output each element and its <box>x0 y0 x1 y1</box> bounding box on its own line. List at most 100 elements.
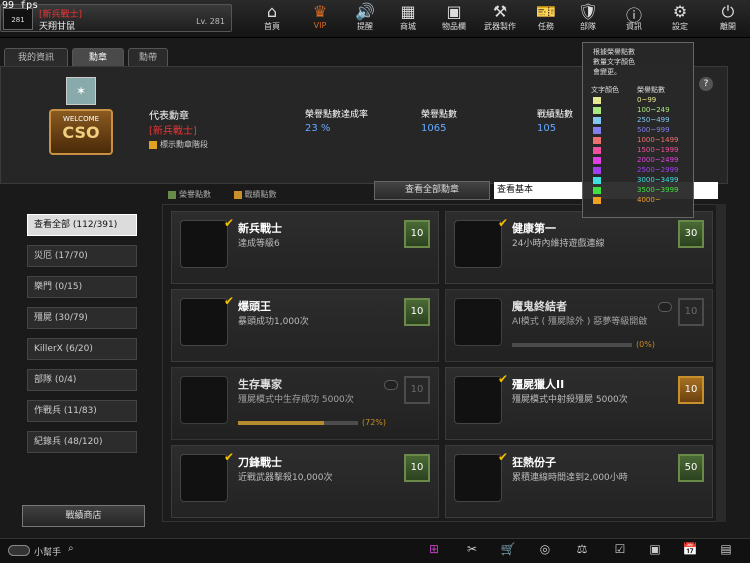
sidebar-item-5[interactable]: 部隊 (0/4) <box>27 369 137 391</box>
square-icon[interactable]: ▣ <box>645 542 665 560</box>
nav-5[interactable]: ⚒ 武器製作 <box>478 2 522 36</box>
sidebar-item-3[interactable]: 殭屍 (30/79) <box>27 307 137 329</box>
rep-value: [新兵戰士] <box>149 126 197 137</box>
range-label: 250~499 <box>637 116 670 124</box>
color-swatch <box>593 127 601 134</box>
sidebar-item-6[interactable]: 作戰兵 (11/83) <box>27 400 137 422</box>
battle-swatch <box>233 190 242 199</box>
info-icon: ⓘ <box>625 6 642 25</box>
clan-icon: 🛡 <box>577 2 599 21</box>
film-icon[interactable]: ▤ <box>716 542 736 560</box>
range-label: 4000~ <box>637 196 661 204</box>
tab-ribbons[interactable]: 勳帶 <box>128 48 168 66</box>
medal-icon <box>180 298 228 346</box>
eye-icon[interactable] <box>384 380 398 390</box>
check-icon: ✔ <box>224 216 235 230</box>
medal-icon <box>454 220 502 268</box>
range-label: 500~999 <box>637 126 670 134</box>
points-legend: 榮譽點數 戰績點數 <box>168 189 277 200</box>
sidebar-item-7[interactable]: 紀錄兵 (48/120) <box>27 431 137 453</box>
medal-name: 魔鬼終結者 <box>512 300 567 313</box>
nav-0[interactable]: ⌂ 首頁 <box>250 2 294 36</box>
search-icon[interactable]: ⌕ <box>68 543 82 557</box>
medal-name: 生存專家 <box>238 378 282 391</box>
medal-icon <box>180 220 228 268</box>
battle-shop-button[interactable]: 戰績商店 <box>22 505 145 527</box>
medal-desc: 24小時內維持遊戲連線 <box>512 239 605 249</box>
scrollbar[interactable] <box>716 204 726 522</box>
run-icon[interactable]: ✂ <box>462 542 482 560</box>
medal-card[interactable]: ✔ 刀鋒戰士 近戰武器擊殺10,000次 10 <box>171 445 439 518</box>
star-icon: ✶ <box>66 77 96 105</box>
color-legend-tooltip: 根據榮譽點數 數量文字顏色 會變更。 文字顏色 榮譽點數 0~99 100~249… <box>582 42 694 218</box>
eye-icon[interactable] <box>658 302 672 312</box>
medal-icon <box>180 454 228 502</box>
color-swatch <box>593 107 601 114</box>
points-badge: 50 <box>678 454 704 482</box>
color-swatch <box>593 157 601 164</box>
medal-desc: 近戰武器擊殺10,000次 <box>238 473 333 483</box>
tab-my-info[interactable]: 我的資訊 <box>4 48 68 66</box>
nav-7[interactable]: 🛡 部隊 <box>566 2 610 36</box>
cart-icon[interactable]: ⊞ <box>424 542 444 560</box>
medal-card[interactable]: ✔ 狂熱份子 累積連線時間達到2,000小時 50 <box>445 445 713 518</box>
progress-percent: (72%) <box>362 418 387 427</box>
compass-icon[interactable]: ◎ <box>535 542 555 560</box>
rank-badge: 281 <box>3 8 33 30</box>
nav-1[interactable]: ♛ VIP <box>298 2 342 36</box>
rate-label: 榮譽點數達成率 <box>305 110 369 120</box>
nav-2[interactable]: 🔊 提醒 <box>343 2 387 36</box>
view-all-medals-button[interactable]: 查看全部勳章 <box>374 181 490 200</box>
color-swatch <box>593 177 601 184</box>
show-grade-checkbox[interactable]: 標示勳章階段 <box>149 139 208 150</box>
scale-icon[interactable]: ⚖ <box>572 542 592 560</box>
medal-icon <box>180 376 228 424</box>
medal-card[interactable]: ✔ 爆頭王 暴頭成功1,000次 10 <box>171 289 439 362</box>
honor-value: 1065 <box>421 123 447 134</box>
sidebar-item-1[interactable]: 災厄 (17/70) <box>27 245 137 267</box>
nav-4[interactable]: ▣ 物品欄 <box>432 2 476 36</box>
tab-medals[interactable]: 勳章 <box>72 48 124 66</box>
nav-6[interactable]: 🎫 任務 <box>524 2 568 36</box>
crown-icon: ♛ <box>312 2 328 21</box>
helper-label: 小幫手 <box>34 548 62 558</box>
sidebar-item-2[interactable]: 樂門 (0/15) <box>27 276 137 298</box>
basket-icon[interactable]: 🛒 <box>498 542 518 560</box>
progress-bar <box>238 421 358 425</box>
color-swatch <box>593 97 601 104</box>
medal-card[interactable]: ✔ 健康第一 24小時內維持遊戲連線 30 <box>445 211 713 284</box>
points-badge: 10 <box>404 376 430 404</box>
nav-8[interactable]: ⓘ 資訊 <box>612 2 656 36</box>
medal-card[interactable]: 生存專家 殭屍模式中生存成功 5000次 10 (72%) <box>171 367 439 440</box>
store-icon: ▦ <box>400 2 416 21</box>
calendar-icon[interactable]: 📅 <box>680 542 700 560</box>
range-label: 0~99 <box>637 96 657 104</box>
nav-10[interactable]: ⏻ 離開 <box>706 2 750 36</box>
medal-card[interactable]: ✔ 新兵戰士 達成等級6 10 <box>171 211 439 284</box>
range-label: 3000~3499 <box>637 176 679 184</box>
medal-name: 新兵戰士 <box>238 222 282 235</box>
medal-card[interactable]: ✔ 殭屍獵人II 殭屍模式中射殺殭屍 5000次 10 <box>445 367 713 440</box>
progress-bar <box>512 343 632 347</box>
medal-name: 刀鋒戰士 <box>238 456 282 469</box>
nav-9[interactable]: ⚙ 設定 <box>658 2 702 36</box>
range-label: 3500~3999 <box>637 186 679 194</box>
range-label: 1500~1999 <box>637 146 679 154</box>
speaker-icon: 🔊 <box>355 2 375 21</box>
range-label: 1000~1499 <box>637 136 679 144</box>
points-badge: 10 <box>678 376 704 404</box>
helper-toggle[interactable] <box>8 545 30 556</box>
medal-card[interactable]: 魔鬼終結者 AI模式 ( 殭屍除外 ) 惡夢等級開啟 10 (0%) <box>445 289 713 362</box>
rep-label: 代表勳章 <box>149 111 189 122</box>
help-icon[interactable]: ? <box>699 77 713 91</box>
progress-percent: (0%) <box>636 340 655 349</box>
sidebar-item-4[interactable]: KillerX (6/20) <box>27 338 137 360</box>
medal-name: 殭屍獵人II <box>512 378 565 391</box>
nav-3[interactable]: ▦ 商城 <box>386 2 430 36</box>
check-icon: ✔ <box>498 372 509 386</box>
medal-desc: AI模式 ( 殭屍除外 ) 惡夢等級開啟 <box>512 317 648 327</box>
fps-counter: 99 fps <box>2 0 39 11</box>
checklist-icon[interactable]: ☑ <box>610 542 630 560</box>
bottom-bar <box>0 538 750 563</box>
sidebar-item-0[interactable]: 查看全部 (112/391) <box>27 214 137 236</box>
